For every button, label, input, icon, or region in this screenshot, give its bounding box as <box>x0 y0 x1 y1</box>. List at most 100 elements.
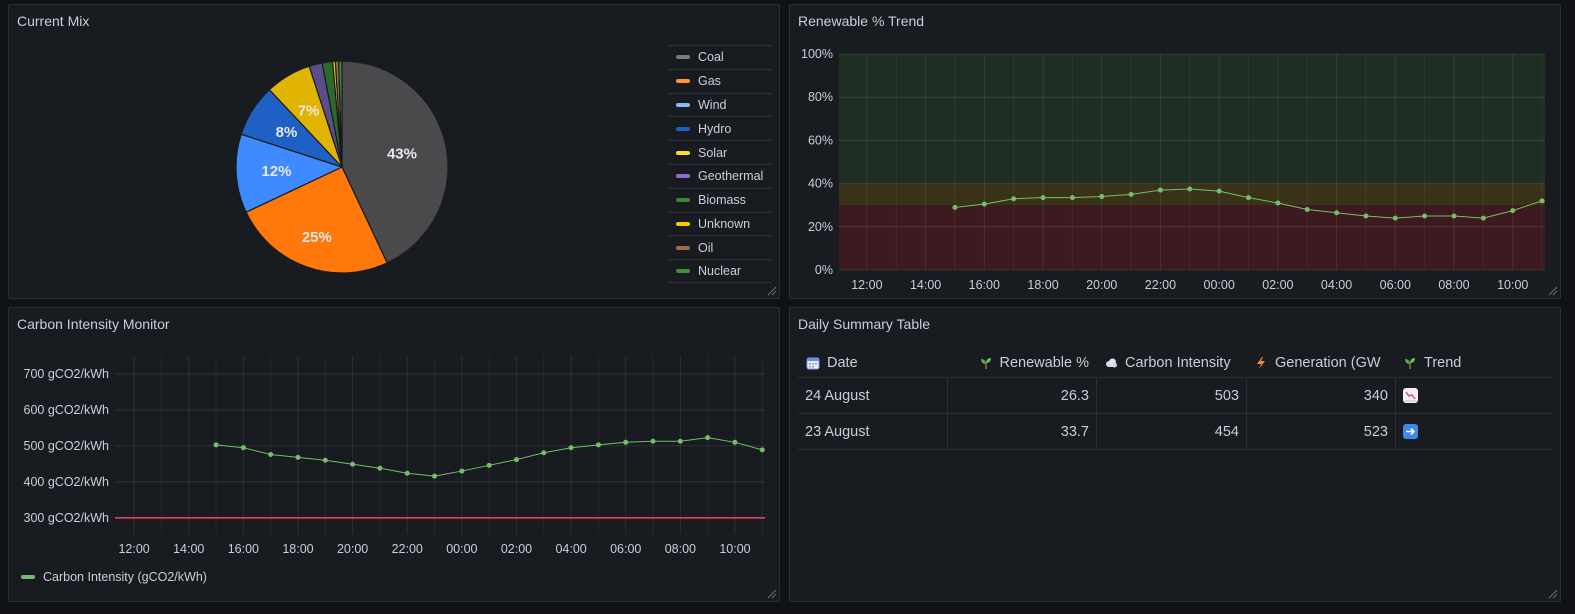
y-tick-label: 600 gCO2/kWh <box>24 403 110 417</box>
x-tick-label: 12:00 <box>851 278 882 292</box>
data-point <box>1422 213 1428 219</box>
data-point <box>623 439 629 445</box>
data-point <box>705 435 711 441</box>
x-tick-label: 18:00 <box>1027 278 1058 292</box>
table-row[interactable]: 24 August 26.3 503 340 <box>798 378 1553 414</box>
resize-handle-icon[interactable] <box>1548 286 1558 296</box>
data-point <box>1069 195 1075 201</box>
column-header-carbon[interactable]: Carbon Intensity <box>1096 348 1246 377</box>
cell-trend <box>1395 414 1553 449</box>
x-tick-label: 18:00 <box>282 542 313 556</box>
data-point <box>213 442 219 448</box>
resize-handle-icon[interactable] <box>767 589 777 599</box>
x-tick-label: 12:00 <box>118 542 149 556</box>
data-point <box>1187 186 1193 192</box>
data-point <box>486 462 492 468</box>
data-point <box>1480 215 1486 221</box>
legend-swatch <box>676 174 690 179</box>
cell-carbon: 503 <box>1096 378 1246 413</box>
legend-swatch <box>676 150 690 155</box>
data-point <box>1099 194 1105 200</box>
calendar-icon <box>805 355 821 371</box>
chart-decreasing-icon <box>1403 388 1418 403</box>
data-point <box>1451 213 1457 219</box>
legend-item-gas[interactable]: Gas <box>668 68 772 93</box>
current-mix-panel: Current Mix 43% 25% 12% 8% 7% Coal Gas Wind Hyd… <box>8 4 780 299</box>
arrow-right-icon <box>1403 424 1418 439</box>
legend-item-unknown[interactable]: Unknown <box>668 211 772 236</box>
legend-label: Nuclear <box>698 264 742 279</box>
cloud-icon <box>1103 355 1119 371</box>
data-point <box>1304 207 1310 213</box>
data-point <box>1040 195 1046 201</box>
pie-data-label: 12% <box>261 163 291 180</box>
data-point <box>1011 196 1017 202</box>
data-point <box>568 445 574 451</box>
cell-carbon: 454 <box>1096 414 1246 449</box>
seedling-icon <box>978 355 994 371</box>
x-tick-label: 04:00 <box>555 542 586 556</box>
legend-item-oil[interactable]: Oil <box>668 235 772 259</box>
column-header-generation[interactable]: Generation (GW <box>1246 348 1395 377</box>
summary-table: Date Renewable % Carbon Intensity Genera… <box>798 348 1553 450</box>
panel-title[interactable]: Daily Summary Table <box>798 316 930 332</box>
series-legend[interactable]: Carbon Intensity (gCO2/kWh) <box>21 570 207 584</box>
legend-item-coal[interactable]: Coal <box>668 45 772 69</box>
data-point <box>1510 208 1516 214</box>
x-tick-label: 00:00 <box>1204 278 1235 292</box>
carbon-line-chart: 12:00 14:00 16:00 18:00 20:00 22:00 00:00 02:00… <box>24 356 765 556</box>
legend-label: Biomass <box>698 193 746 208</box>
lightning-icon <box>1253 355 1269 371</box>
pie-legend: Coal Gas Wind Hydro Solar Geothermal Biomass Un… <box>668 45 772 283</box>
x-tick-label: 14:00 <box>173 542 204 556</box>
legend-swatch <box>676 102 690 107</box>
carbon-monitor-panel: Carbon Intensity Monitor 12:00 14:00 16:00… <box>8 307 780 602</box>
y-tick-label: 500 gCO2/kWh <box>24 439 110 453</box>
data-point <box>1246 195 1252 201</box>
cell-renewable: 26.3 <box>947 378 1096 413</box>
legend-swatch <box>676 269 690 274</box>
x-tick-label: 04:00 <box>1321 278 1352 292</box>
data-point <box>759 447 765 453</box>
resize-handle-icon[interactable] <box>767 286 777 296</box>
renewable-line-chart: 12:00 14:00 16:00 18:00 20:00 22:00 00:00 02:00… <box>801 47 1545 292</box>
legend-label: Solar <box>698 145 728 160</box>
y-tick-label: 300 gCO2/kWh <box>24 511 110 525</box>
pie-chart: 43% 25% 12% 8%7% <box>235 60 449 274</box>
cell-generation: 523 <box>1246 414 1395 449</box>
resize-handle-icon[interactable] <box>1548 589 1558 599</box>
legend-item-wind[interactable]: Wind <box>668 92 772 117</box>
y-tick-label: 700 gCO2/kWh <box>24 367 110 381</box>
column-header-renewable[interactable]: Renewable % <box>947 348 1096 377</box>
data-point <box>1334 210 1340 216</box>
table-row[interactable]: 23 August 33.7 454 523 <box>798 414 1553 450</box>
x-tick-label: 06:00 <box>610 542 641 556</box>
data-point <box>595 442 601 448</box>
data-point <box>377 465 383 471</box>
legend-item-geothermal[interactable]: Geothermal <box>668 163 772 188</box>
data-point <box>295 454 301 460</box>
column-header-trend[interactable]: Trend <box>1395 348 1553 377</box>
legend-label: Wind <box>698 97 727 112</box>
data-point <box>677 438 683 444</box>
data-point <box>1392 215 1398 221</box>
legend-swatch <box>21 575 35 579</box>
data-point <box>952 204 958 210</box>
y-tick-label: 400 gCO2/kWh <box>24 475 110 489</box>
daily-summary-panel: Daily Summary Table Date Renewable % Car… <box>789 307 1561 602</box>
x-tick-label: 22:00 <box>392 542 423 556</box>
x-tick-label: 10:00 <box>1497 278 1528 292</box>
column-header-date[interactable]: Date <box>798 348 947 377</box>
x-tick-label: 16:00 <box>228 542 259 556</box>
legend-label: Coal <box>698 50 724 65</box>
data-point <box>513 457 519 463</box>
legend-item-nuclear[interactable]: Nuclear <box>668 259 772 283</box>
legend-item-solar[interactable]: Solar <box>668 140 772 164</box>
legend-label: Geothermal <box>698 169 764 184</box>
legend-item-hydro[interactable]: Hydro <box>668 116 772 140</box>
legend-label: Gas <box>698 74 721 89</box>
data-point <box>240 445 246 451</box>
x-tick-label: 20:00 <box>337 542 368 556</box>
legend-item-biomass[interactable]: Biomass <box>668 187 772 212</box>
legend-label: Carbon Intensity (gCO2/kWh) <box>43 570 207 584</box>
